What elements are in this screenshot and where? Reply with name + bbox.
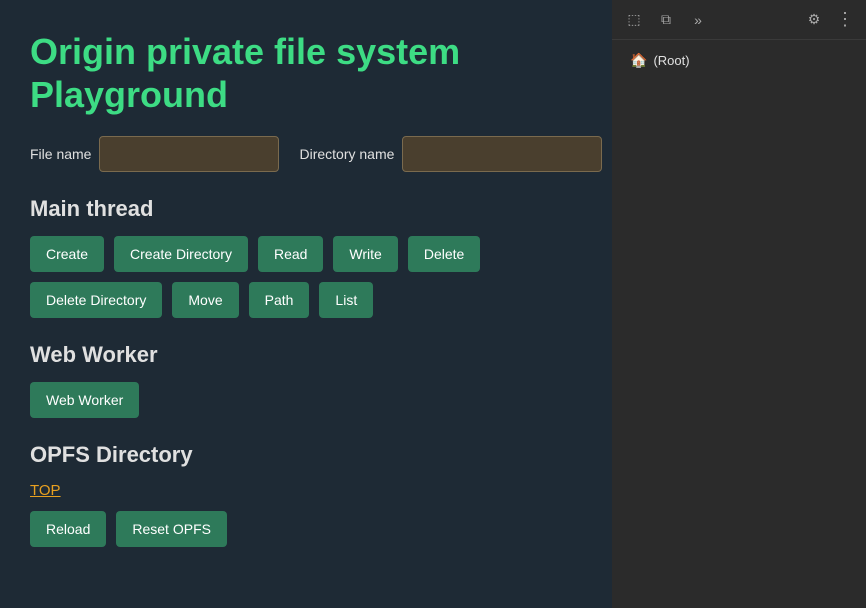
tree-root-label: (Root) (653, 53, 689, 68)
toolbar-icon1[interactable]: ⬚ (620, 6, 648, 34)
settings-icon[interactable]: ⚙ (800, 6, 828, 34)
read-button[interactable]: Read (258, 236, 323, 272)
title-line2: Playground (30, 74, 228, 115)
create-directory-button[interactable]: Create Directory (114, 236, 248, 272)
web-worker-section: Web Worker Web Worker (30, 342, 582, 418)
reload-button[interactable]: Reload (30, 511, 106, 547)
tree-root-item[interactable]: 🏠 (Root) (624, 48, 854, 73)
main-thread-section: Main thread Create Create Directory Read… (30, 196, 582, 318)
delete-directory-button[interactable]: Delete Directory (30, 282, 162, 318)
file-name-group: File name (30, 136, 279, 172)
file-tree: 🏠 (Root) (612, 40, 866, 608)
file-name-input[interactable] (99, 136, 279, 172)
main-panel: Origin private file system Playground Fi… (0, 0, 612, 608)
web-worker-button[interactable]: Web Worker (30, 382, 139, 418)
toolbar-icon2[interactable]: ⧉ (652, 6, 680, 34)
title-line1: Origin private file system (30, 31, 460, 72)
main-thread-row2: Delete Directory Move Path List (30, 282, 582, 318)
write-button[interactable]: Write (333, 236, 397, 272)
page-title: Origin private file system Playground (30, 30, 582, 116)
file-name-label: File name (30, 146, 91, 162)
directory-name-input[interactable] (402, 136, 602, 172)
directory-name-group: Directory name (299, 136, 602, 172)
main-thread-row1: Create Create Directory Read Write Delet… (30, 236, 582, 272)
create-button[interactable]: Create (30, 236, 104, 272)
toolbar-chevron-right[interactable]: » (684, 6, 712, 34)
reset-opfs-button[interactable]: Reset OPFS (116, 511, 227, 547)
delete-button[interactable]: Delete (408, 236, 480, 272)
right-toolbar: ⬚ ⧉ » ⚙ ⋮ (612, 0, 866, 40)
list-button[interactable]: List (319, 282, 373, 318)
opfs-directory-title: OPFS Directory (30, 442, 582, 468)
right-panel: ⬚ ⧉ » ⚙ ⋮ 🏠 (Root) (612, 0, 866, 608)
directory-name-label: Directory name (299, 146, 394, 162)
opfs-button-row: Reload Reset OPFS (30, 511, 582, 547)
home-icon: 🏠 (630, 52, 647, 69)
opfs-directory-section: OPFS Directory TOP Reload Reset OPFS (30, 442, 582, 547)
move-button[interactable]: Move (172, 282, 238, 318)
main-thread-title: Main thread (30, 196, 582, 222)
web-worker-row: Web Worker (30, 382, 582, 418)
top-link[interactable]: TOP (30, 482, 61, 499)
inputs-row: File name Directory name (30, 136, 582, 172)
web-worker-title: Web Worker (30, 342, 582, 368)
path-button[interactable]: Path (249, 282, 310, 318)
more-options-icon[interactable]: ⋮ (832, 9, 858, 30)
